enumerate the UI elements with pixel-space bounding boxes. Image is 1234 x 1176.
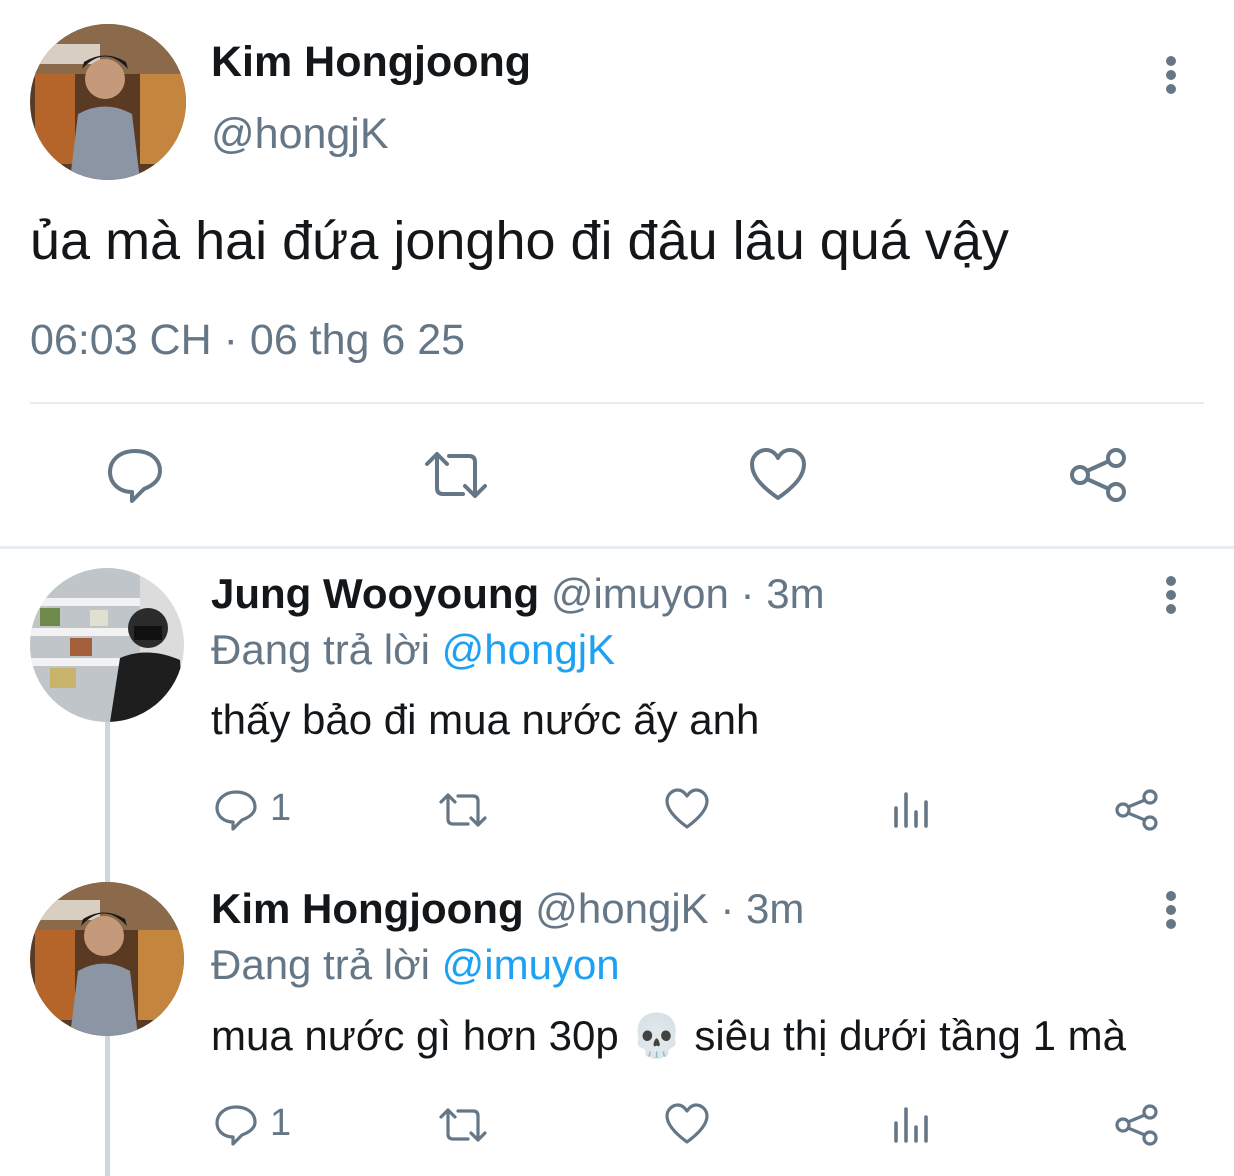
reply-count: 1	[270, 1102, 292, 1144]
comment-icon[interactable]	[106, 446, 164, 504]
author-avatar[interactable]	[30, 24, 186, 180]
share-icon[interactable]	[1068, 446, 1130, 504]
like-icon[interactable]	[664, 787, 710, 831]
more-options-icon[interactable]	[1158, 55, 1184, 95]
replying-label: Đang trả lời	[211, 941, 430, 988]
reply-author-handle[interactable]: @imuyon	[551, 570, 729, 617]
share-icon[interactable]	[1114, 788, 1160, 832]
reply-author-handle[interactable]: @hongjK	[535, 885, 708, 932]
meta-separator: ·	[720, 885, 735, 932]
replying-to: Đang trả lời @imuyon	[211, 941, 620, 989]
author-handle[interactable]: @hongjK	[211, 110, 389, 159]
reply-header: Jung Wooyoung @imuyon · 3m	[211, 570, 825, 618]
tweet-timestamp: 06:03 CH · 06 thg 6 25	[30, 316, 465, 365]
reply-text-start: mua nước gì hơn 30p	[211, 1012, 619, 1059]
divider	[30, 402, 1204, 404]
tweet-text: ủa mà hai đứa jongho đi đâu lâu quá vậy	[30, 211, 1009, 271]
replying-to: Đang trả lời @hongjK	[211, 626, 615, 674]
reply-time: 3m	[746, 885, 805, 932]
reply-text: thấy bảo đi mua nước ấy anh	[211, 696, 760, 743]
replying-label: Đang trả lời	[211, 626, 430, 673]
more-options-icon[interactable]	[1158, 575, 1184, 615]
reply-text-end: siêu thị dưới tầng 1 mà	[694, 1012, 1126, 1059]
analytics-icon[interactable]	[892, 790, 932, 830]
tweet-date: 06 thg 6 25	[249, 316, 466, 364]
more-options-icon[interactable]	[1158, 890, 1184, 930]
section-divider	[0, 546, 1234, 549]
share-icon[interactable]	[1114, 1103, 1160, 1147]
retweet-icon[interactable]	[438, 789, 488, 831]
reply-header: Kim Hongjoong @hongjK · 3m	[211, 885, 804, 933]
mention-link[interactable]: @imuyon	[442, 941, 620, 988]
thread-line	[105, 1036, 110, 1176]
reply-text: mua nước gì hơn 30p 💀 siêu thị dưới tầng…	[211, 1011, 1126, 1061]
retweet-icon[interactable]	[438, 1104, 488, 1146]
mention-link[interactable]: @hongjK	[442, 626, 615, 673]
analytics-icon[interactable]	[892, 1105, 932, 1145]
reply-author-name[interactable]: Jung Wooyoung	[211, 570, 539, 617]
reply-avatar[interactable]	[30, 882, 184, 1036]
comment-icon[interactable]	[214, 788, 258, 832]
like-icon[interactable]	[748, 446, 808, 504]
meta-separator: ·	[740, 570, 755, 617]
reply-time: 3m	[766, 570, 825, 617]
retweet-icon[interactable]	[423, 446, 489, 504]
like-icon[interactable]	[664, 1102, 710, 1146]
author-name[interactable]: Kim Hongjoong	[211, 38, 531, 87]
meta-separator: ·	[223, 316, 238, 364]
reply-author-name[interactable]: Kim Hongjoong	[211, 885, 524, 932]
tweet-time: 06:03 CH	[30, 316, 212, 364]
comment-icon[interactable]	[214, 1103, 258, 1147]
skull-emoji: 💀	[630, 1011, 683, 1060]
reply-count: 1	[270, 787, 292, 829]
reply-avatar[interactable]	[30, 568, 184, 722]
thread-line	[105, 722, 110, 882]
